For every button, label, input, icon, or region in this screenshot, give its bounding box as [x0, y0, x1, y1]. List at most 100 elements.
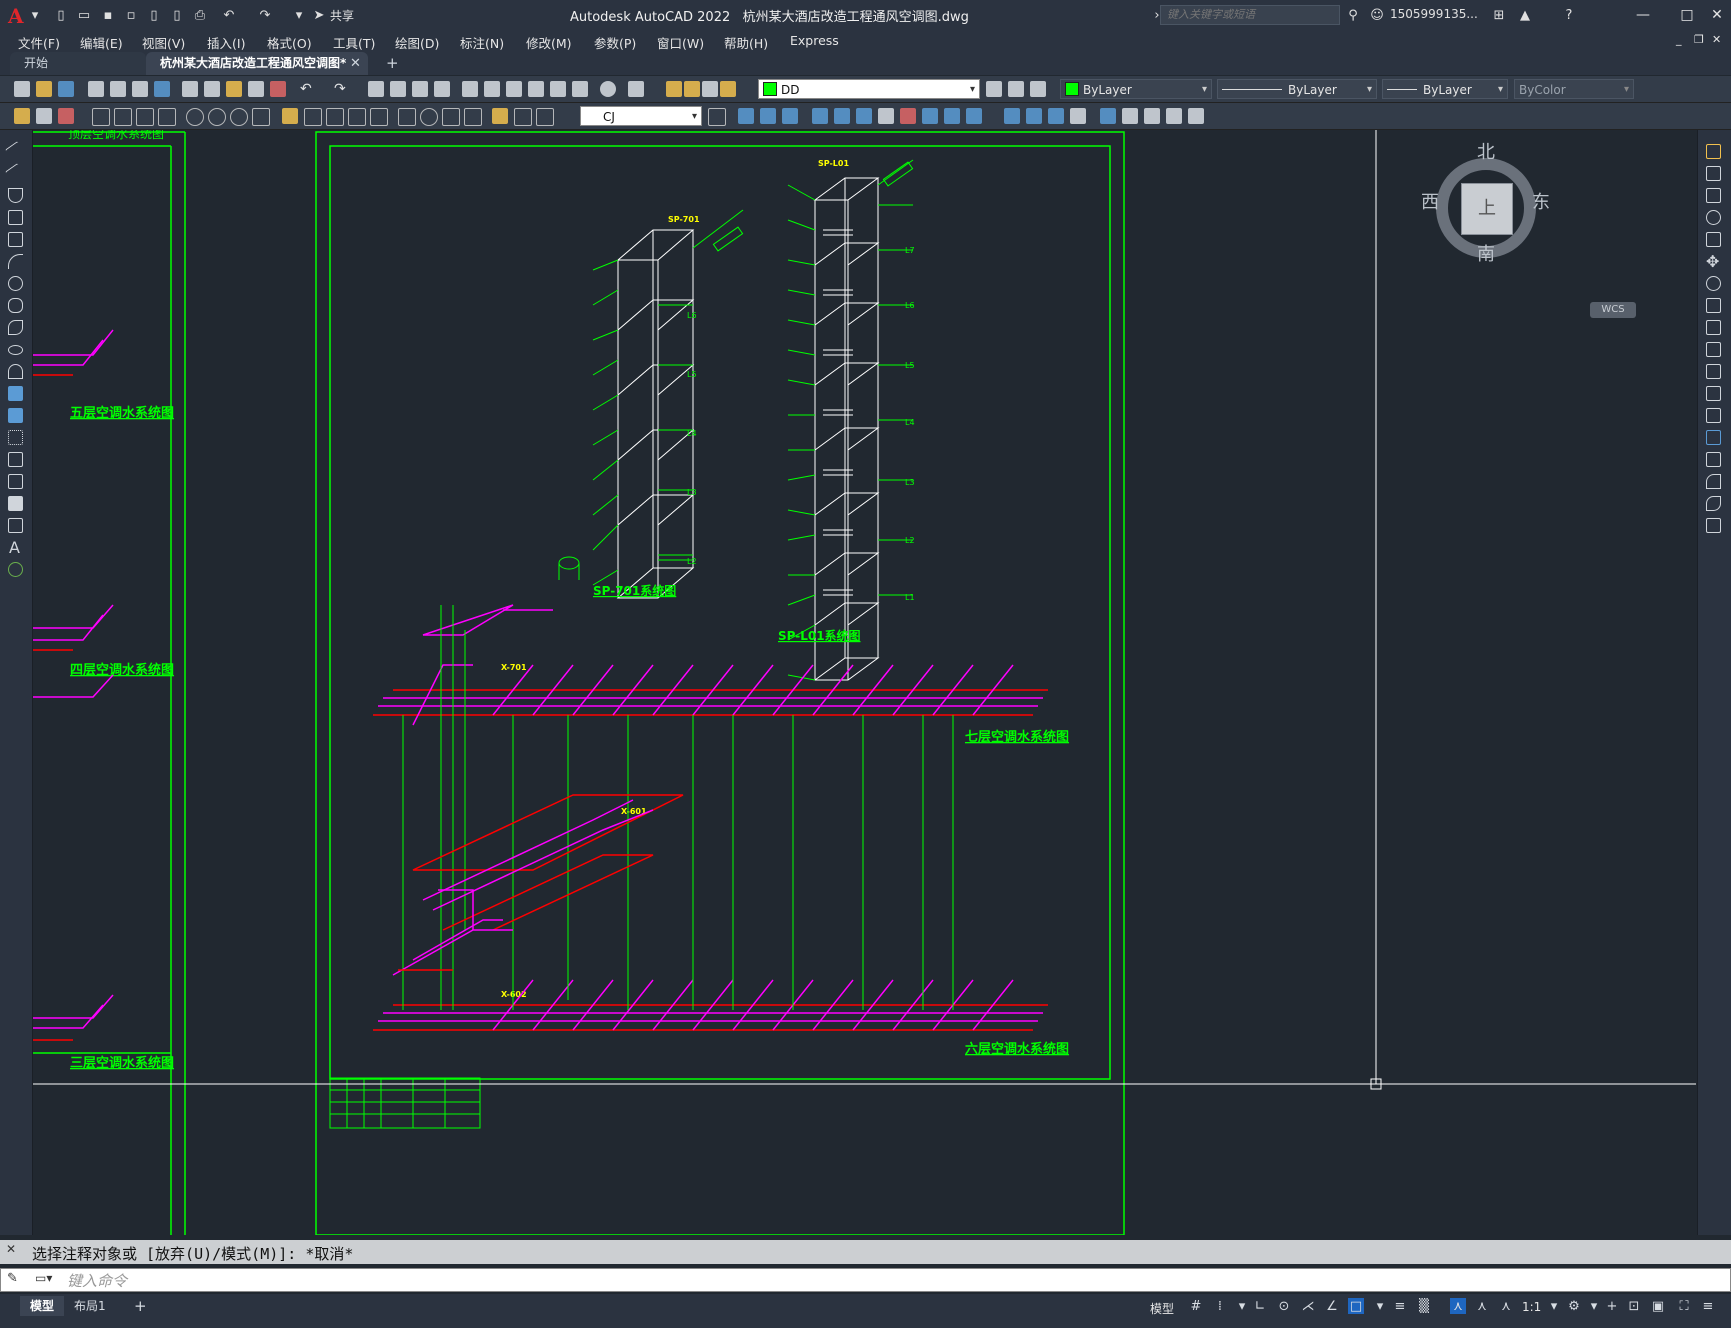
menu-window[interactable]: 窗口(W)	[657, 33, 704, 52]
model-space-toggle[interactable]: 模型	[1150, 1300, 1174, 1317]
new-tab-button[interactable]: +	[386, 52, 399, 75]
construction-line-icon[interactable]	[5, 163, 26, 184]
workspace-icon[interactable]	[14, 108, 30, 124]
auto-scale-icon[interactable]: ⋏	[1474, 1298, 1490, 1314]
arc-icon[interactable]	[8, 254, 23, 269]
stretch-icon[interactable]	[900, 108, 916, 124]
offset-icon[interactable]	[1706, 210, 1721, 225]
layer-states-icon[interactable]	[1030, 81, 1046, 97]
command-input[interactable]	[65, 1270, 1669, 1292]
scale-icon[interactable]	[878, 108, 894, 124]
dim-style-dropdown[interactable]: CJ ▾	[580, 106, 702, 126]
point-icon[interactable]	[8, 430, 23, 445]
dim-update-icon[interactable]	[536, 108, 554, 126]
dim-baseline-icon[interactable]	[304, 108, 322, 126]
sheetset-icon[interactable]	[528, 81, 544, 97]
make-block-icon[interactable]	[8, 408, 23, 423]
save-as-icon[interactable]: ▫	[122, 6, 140, 24]
autocad-logo-icon[interactable]: A	[8, 4, 24, 28]
ellipse-icon[interactable]	[8, 345, 23, 355]
trim-icon[interactable]	[1706, 342, 1721, 357]
block-editor-icon[interactable]	[270, 81, 286, 97]
lineweight-dropdown[interactable]: ByLayer ▾	[1382, 79, 1508, 99]
compass-south[interactable]: 南	[1477, 240, 1495, 266]
blend-icon[interactable]	[1070, 108, 1086, 124]
dim-angular-icon[interactable]	[252, 108, 270, 126]
undo-icon[interactable]: ↶	[300, 81, 316, 97]
chevron-down-icon[interactable]: ▾	[1546, 1298, 1562, 1314]
dim-linear-icon[interactable]	[92, 108, 110, 126]
maximize-button[interactable]: □	[1676, 4, 1698, 26]
scale-icon[interactable]	[1706, 298, 1721, 313]
dim-diameter-icon[interactable]	[230, 108, 248, 126]
compass-west[interactable]: 西	[1421, 188, 1439, 214]
customize-icon[interactable]: ▾	[290, 6, 308, 24]
compass-north[interactable]: 北	[1477, 138, 1495, 164]
isodraft-icon[interactable]: ⋌	[1300, 1298, 1316, 1314]
undo-icon[interactable]: ↶	[220, 6, 238, 24]
chamfer-icon[interactable]	[1706, 452, 1721, 467]
zoom-previous-icon[interactable]	[434, 81, 450, 97]
dim-break-icon[interactable]	[370, 108, 388, 126]
layer-iso-icon[interactable]	[58, 108, 74, 124]
workspace-gear-icon[interactable]: ⚙	[1566, 1298, 1582, 1314]
markup-icon[interactable]	[550, 81, 566, 97]
rotate-icon[interactable]	[856, 108, 872, 124]
chevron-down-icon[interactable]: ▾	[1234, 1298, 1250, 1314]
layer-on-icon[interactable]	[666, 81, 682, 97]
dim-continue-icon[interactable]	[326, 108, 344, 126]
object-snap-tracking-icon[interactable]: ∠	[1324, 1298, 1340, 1314]
copy-icon[interactable]	[204, 81, 220, 97]
table-icon[interactable]	[8, 518, 23, 533]
break-icon[interactable]	[1706, 408, 1721, 423]
autodesk-app-icon[interactable]: ▲	[1516, 6, 1534, 24]
break-at-point-icon[interactable]	[1706, 386, 1721, 401]
object-snap-icon[interactable]: □	[1348, 1298, 1364, 1314]
offset-object-icon[interactable]	[782, 108, 798, 124]
rectangle-icon[interactable]	[8, 232, 23, 247]
share-label[interactable]: 共享	[330, 7, 354, 24]
qnew-icon[interactable]	[14, 81, 30, 97]
print-icon[interactable]: ⎙	[191, 6, 209, 24]
make-layer-current-icon[interactable]	[986, 81, 1002, 97]
rotate-icon[interactable]	[1706, 276, 1721, 291]
ellipse-arc-icon[interactable]	[8, 364, 23, 379]
chevron-down-icon[interactable]: ▾	[1372, 1298, 1388, 1314]
save-icon[interactable]	[58, 81, 74, 97]
add-selected-icon[interactable]	[8, 562, 23, 577]
array-icon[interactable]	[812, 108, 828, 124]
doc-restore-button[interactable]: ❐	[1694, 33, 1704, 46]
layer-dropdown[interactable]: DD ▾	[758, 79, 980, 99]
menu-help[interactable]: 帮助(H)	[724, 33, 768, 52]
zoom-window-icon[interactable]	[412, 81, 428, 97]
insert-block-icon[interactable]	[8, 386, 23, 401]
zoom-realtime-icon[interactable]	[390, 81, 406, 97]
plot-preview-icon[interactable]	[110, 81, 126, 97]
dim-text-edit-icon[interactable]	[514, 108, 532, 126]
scale-value[interactable]: 1:1	[1522, 1300, 1541, 1314]
inspect-icon[interactable]	[442, 108, 460, 126]
dim-style-manager-icon[interactable]	[708, 108, 726, 126]
cut-icon[interactable]	[182, 81, 198, 97]
join-icon[interactable]	[1004, 108, 1020, 124]
close-tab-icon[interactable]: ✕	[350, 52, 361, 75]
layer-freeze-icon[interactable]	[684, 81, 700, 97]
layer-vp-freeze-icon[interactable]	[702, 81, 718, 97]
stretch-icon[interactable]	[1706, 320, 1721, 335]
viewcube-top-face[interactable]: 上	[1461, 183, 1513, 235]
chamfer-icon[interactable]	[1026, 108, 1042, 124]
color-dropdown[interactable]: ByLayer ▾	[1060, 79, 1212, 99]
layer-previous-icon[interactable]	[1008, 81, 1024, 97]
tool-palettes-icon[interactable]	[506, 81, 522, 97]
explode-icon[interactable]	[1706, 518, 1721, 533]
revcloud-icon[interactable]	[8, 298, 23, 313]
help-icon[interactable]: ?	[1560, 6, 1578, 24]
move-icon[interactable]	[834, 108, 850, 124]
layer-lock-icon[interactable]	[720, 81, 736, 97]
chevron-down-icon[interactable]: ▾	[26, 6, 44, 24]
break-icon[interactable]	[966, 108, 982, 124]
drawing-canvas[interactable]: 五层空调水系统图 四层空调水系统图 三层空调水系统图 七层空调水系统图 六层空调…	[33, 130, 1696, 1235]
customization-menu-icon[interactable]: ≡	[1700, 1298, 1716, 1314]
quick-properties-icon[interactable]: ▣	[1650, 1298, 1666, 1314]
tab-model[interactable]: 模型	[20, 1296, 65, 1316]
